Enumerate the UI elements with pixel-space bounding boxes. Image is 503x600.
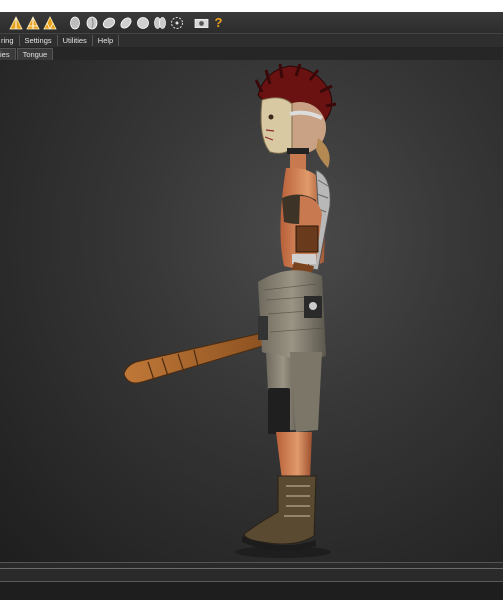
divider	[0, 562, 503, 563]
twin-heads-icon[interactable]	[152, 15, 167, 30]
window-title-strip	[0, 0, 503, 12]
menu-item-help[interactable]: Help	[93, 35, 120, 46]
head-front-icon[interactable]	[67, 15, 82, 30]
pyramid-warning-icon[interactable]	[25, 15, 40, 30]
help-question-icon[interactable]: ?	[211, 15, 226, 30]
head-tilt-icon[interactable]	[101, 15, 116, 30]
head-side-icon[interactable]	[84, 15, 99, 30]
sphere-icon[interactable]	[135, 15, 150, 30]
help-symbol: ?	[214, 15, 223, 30]
divider	[0, 568, 503, 569]
status-bar	[0, 582, 503, 600]
toolbar: ?	[0, 12, 503, 33]
menu-item-utilities[interactable]: Utilities	[58, 35, 93, 46]
tab-bar: ies Tongue	[0, 47, 503, 60]
tab-eyes[interactable]: ies	[0, 48, 16, 60]
camera-icon[interactable]	[194, 15, 209, 30]
tab-tongue[interactable]: Tongue	[16, 48, 54, 60]
menu-bar: ring Settings Utilities Help	[0, 33, 503, 48]
3d-viewport[interactable]	[0, 60, 503, 562]
menu-item-rigging[interactable]: ring	[0, 35, 20, 46]
orbit-icon[interactable]	[169, 15, 184, 30]
head-rotate-icon[interactable]	[118, 15, 133, 30]
pyramid-warning-icon[interactable]	[8, 15, 23, 30]
pyramid-warning-icon[interactable]	[42, 15, 57, 30]
menu-item-settings[interactable]: Settings	[20, 35, 58, 46]
character-model	[123, 63, 337, 558]
